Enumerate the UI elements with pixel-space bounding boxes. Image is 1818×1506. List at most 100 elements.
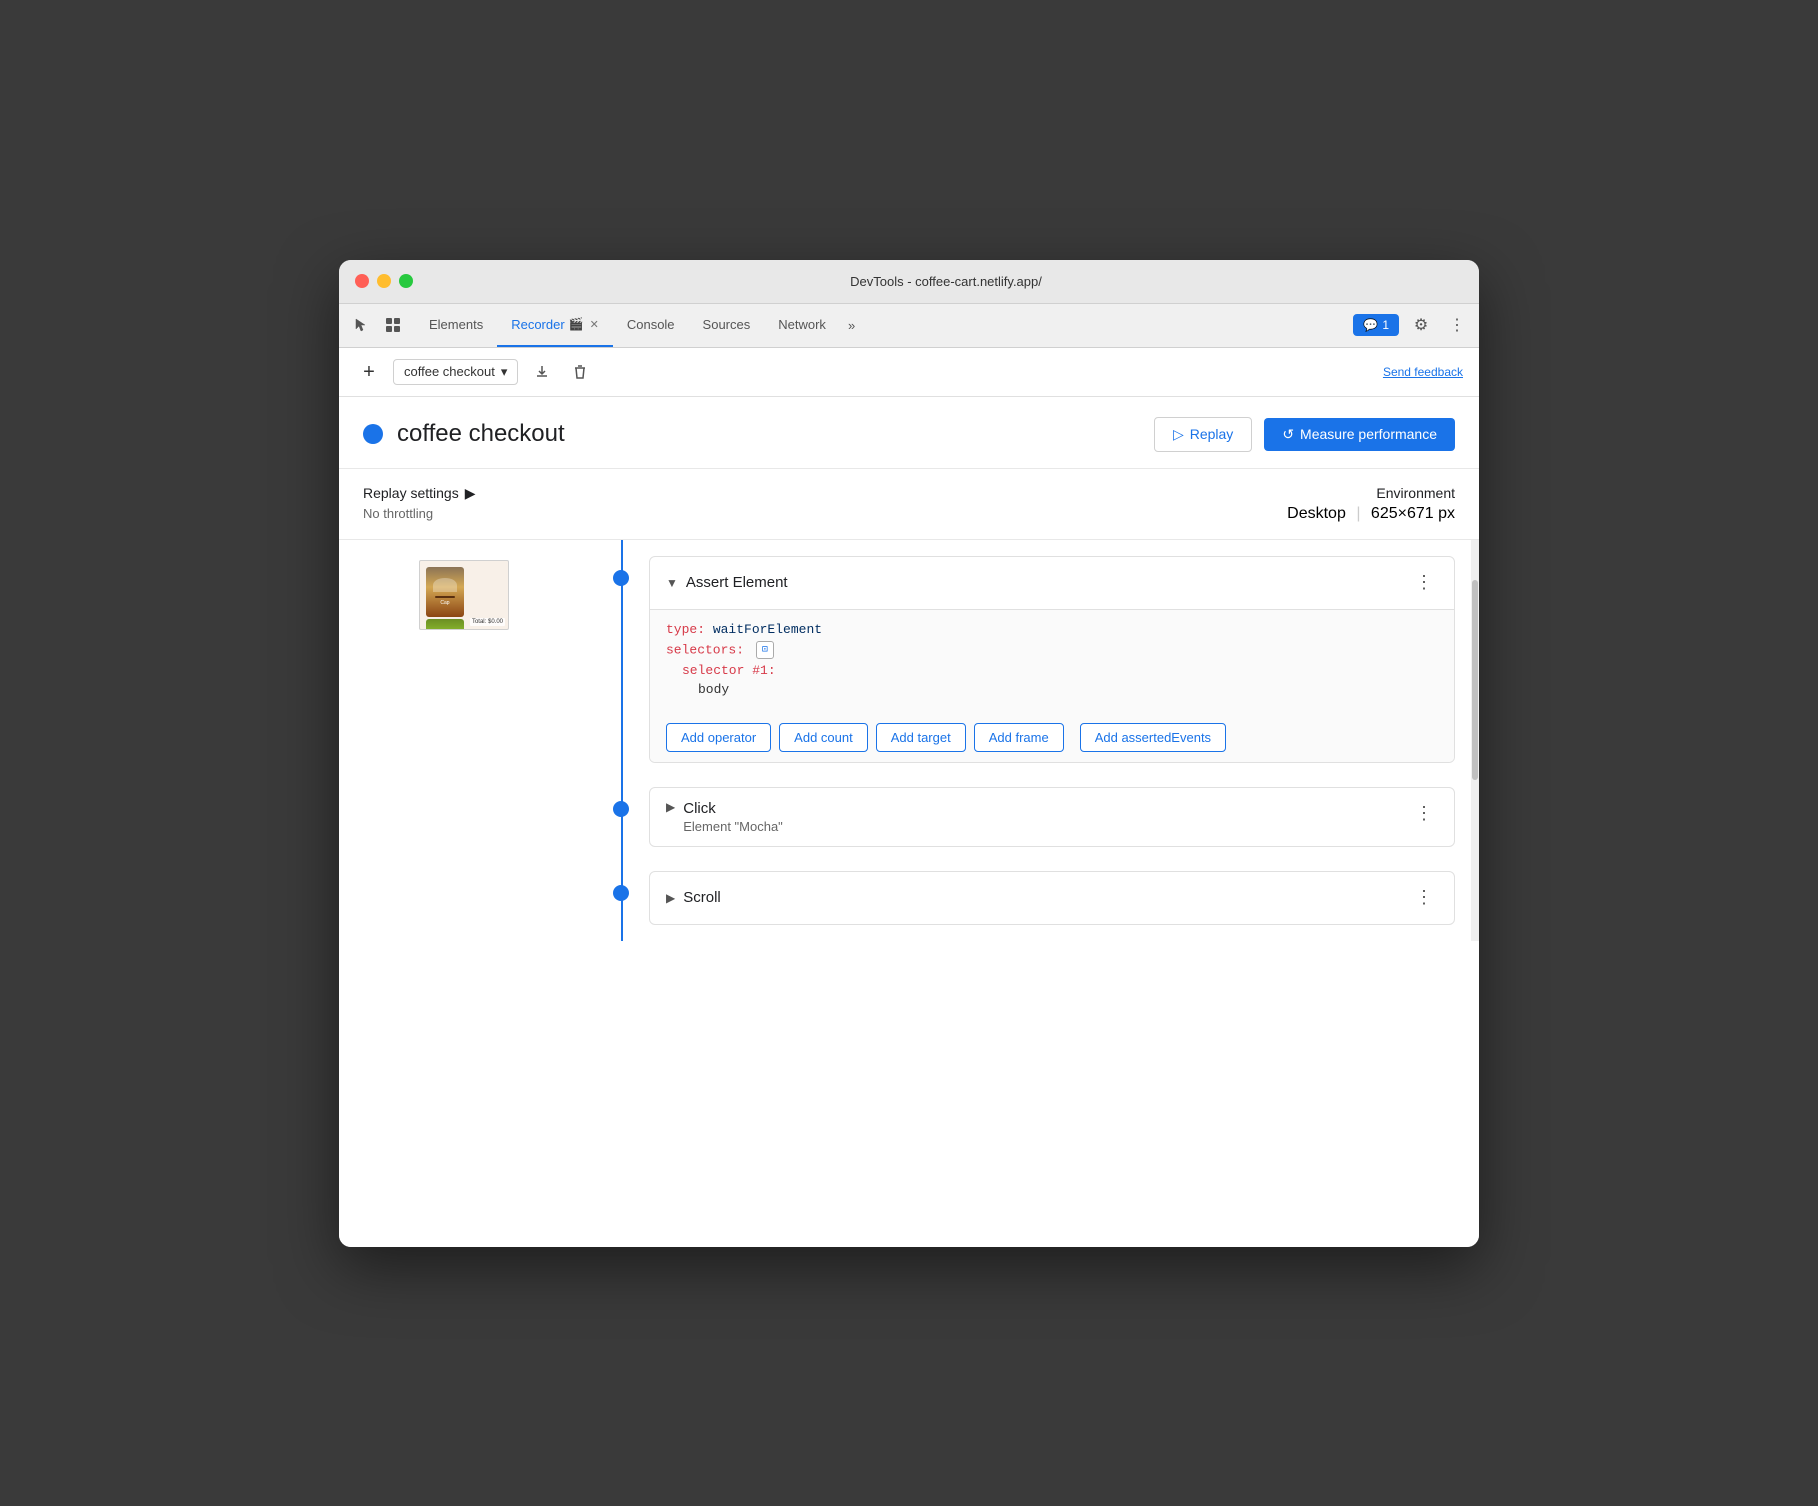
step-click: ▶ Click Element "Mocha" ⋮ bbox=[649, 787, 1455, 847]
tab-close-icon[interactable]: ✕ bbox=[590, 318, 599, 331]
step-more-button-1[interactable]: ⋮ bbox=[1410, 569, 1438, 597]
messages-button[interactable]: 💬 1 bbox=[1353, 314, 1399, 336]
add-asserted-events-button[interactable]: Add assertedEvents bbox=[1080, 723, 1226, 752]
environment-title: Environment bbox=[1287, 485, 1455, 501]
scrollbar[interactable] bbox=[1471, 540, 1479, 941]
replay-settings-toggle[interactable]: Replay settings ▶ bbox=[363, 485, 476, 502]
thumbnail-container: Cap Mocha Total: $0.00 bbox=[419, 560, 509, 630]
step-title-3: Scroll bbox=[683, 889, 1410, 906]
cursor-icon bbox=[353, 317, 369, 333]
step-card-2: ▶ Click Element "Mocha" ⋮ bbox=[649, 787, 1455, 847]
step-header-1[interactable]: ▼ Assert Element ⋮ bbox=[650, 557, 1454, 609]
step-assert-element: ▼ Assert Element ⋮ type: waitForElement bbox=[649, 556, 1455, 763]
devtools-window: DevTools - coffee-cart.netlify.app/ Elem bbox=[339, 260, 1479, 1247]
environment-section: Environment Desktop | 625×671 px bbox=[1287, 485, 1455, 523]
settings-button[interactable]: ⚙ bbox=[1407, 311, 1435, 339]
code-type-key: type: bbox=[666, 622, 705, 637]
export-icon bbox=[534, 364, 550, 380]
step-subtitle-2: Element "Mocha" bbox=[683, 819, 1410, 834]
layers-icon bbox=[385, 317, 401, 333]
step-more-button-2[interactable]: ⋮ bbox=[1410, 800, 1438, 828]
recording-title: coffee checkout bbox=[397, 420, 1154, 448]
code-selectors-line: selectors: ⊡ bbox=[666, 641, 1438, 659]
step-actions-1: Add operator Add count Add target Add fr… bbox=[650, 713, 1454, 762]
more-tabs-btn[interactable]: » bbox=[840, 318, 863, 333]
step-header-2[interactable]: ▶ Click Element "Mocha" ⋮ bbox=[650, 788, 1454, 846]
step-title-area-2: Click Element "Mocha" bbox=[683, 800, 1410, 834]
thumb-total: Total: $0.00 bbox=[470, 618, 505, 626]
environment-value: Desktop | 625×671 px bbox=[1287, 505, 1455, 523]
recorder-icon: 🎬 bbox=[569, 317, 584, 331]
code-selector1-val: body bbox=[698, 682, 1438, 697]
thumbnail-panel: Cap Mocha Total: $0.00 bbox=[339, 540, 589, 941]
recorder-toolbar: + coffee checkout ▾ Send feedback bbox=[339, 348, 1479, 397]
recording-name: coffee checkout bbox=[404, 364, 495, 379]
recording-selector[interactable]: coffee checkout ▾ bbox=[393, 359, 518, 385]
badge-count: 1 bbox=[1382, 318, 1389, 332]
collapse-icon-1[interactable]: ▼ bbox=[666, 576, 678, 590]
code-selectors-key: selectors: bbox=[666, 642, 744, 657]
settings-label: Replay settings bbox=[363, 485, 459, 501]
tab-sources[interactable]: Sources bbox=[689, 304, 765, 347]
measure-icon: ↺ bbox=[1282, 426, 1294, 443]
add-recording-button[interactable]: + bbox=[355, 358, 383, 386]
main-content: coffee checkout ▷ Replay ↺ Measure perfo… bbox=[339, 397, 1479, 1247]
delete-icon bbox=[572, 364, 588, 380]
scrollbar-thumb[interactable] bbox=[1472, 580, 1478, 780]
step-more-button-3[interactable]: ⋮ bbox=[1410, 884, 1438, 912]
add-count-button[interactable]: Add count bbox=[779, 723, 868, 752]
step-scroll: ▶ Scroll ⋮ bbox=[649, 871, 1455, 925]
step-dot-3 bbox=[613, 885, 629, 901]
minimize-button[interactable] bbox=[377, 274, 391, 288]
settings-left: Replay settings ▶ No throttling bbox=[363, 485, 476, 521]
step-header-3[interactable]: ▶ Scroll ⋮ bbox=[650, 872, 1454, 924]
export-button[interactable] bbox=[528, 358, 556, 386]
more-options-button[interactable]: ⋮ bbox=[1443, 311, 1471, 339]
env-divider: | bbox=[1356, 505, 1360, 522]
code-selector1-line: selector #1: bbox=[682, 663, 1438, 678]
recording-status-dot bbox=[363, 424, 383, 444]
cursor-icon-btn[interactable] bbox=[347, 311, 375, 339]
selector-tool-icon[interactable]: ⊡ bbox=[756, 641, 774, 659]
nav-tabs: Elements Recorder 🎬 ✕ Console Sources Ne… bbox=[415, 304, 1353, 347]
add-operator-button[interactable]: Add operator bbox=[666, 723, 771, 752]
thumbnail-1: Cap Mocha Total: $0.00 bbox=[419, 560, 509, 630]
settings-row: Replay settings ▶ No throttling Environm… bbox=[339, 469, 1479, 540]
add-frame-button[interactable]: Add frame bbox=[974, 723, 1064, 752]
step-card-3: ▶ Scroll ⋮ bbox=[649, 871, 1455, 925]
tab-network[interactable]: Network bbox=[764, 304, 840, 347]
steps-area: Cap Mocha Total: $0.00 bbox=[339, 540, 1479, 941]
step-title-1: Assert Element bbox=[686, 574, 1410, 591]
nav-icons bbox=[347, 311, 407, 339]
layers-icon-btn[interactable] bbox=[379, 311, 407, 339]
code-type-line: type: waitForElement bbox=[666, 622, 1438, 637]
tab-elements[interactable]: Elements bbox=[415, 304, 497, 347]
devtools-nav: Elements Recorder 🎬 ✕ Console Sources Ne… bbox=[339, 304, 1479, 348]
replay-button[interactable]: ▷ Replay bbox=[1154, 417, 1252, 452]
add-target-button[interactable]: Add target bbox=[876, 723, 966, 752]
measure-performance-button[interactable]: ↺ Measure performance bbox=[1264, 418, 1455, 451]
steps-panel: ▼ Assert Element ⋮ type: waitForElement bbox=[589, 540, 1479, 941]
tab-console[interactable]: Console bbox=[613, 304, 689, 347]
step-card-1: ▼ Assert Element ⋮ type: waitForElement bbox=[649, 556, 1455, 763]
chevron-right-icon: ▶ bbox=[465, 485, 476, 502]
send-feedback-button[interactable]: Send feedback bbox=[1383, 365, 1463, 379]
maximize-button[interactable] bbox=[399, 274, 413, 288]
code-type-val: waitForElement bbox=[713, 622, 822, 637]
expand-icon-2[interactable]: ▶ bbox=[666, 800, 675, 814]
timeline-line bbox=[621, 540, 623, 941]
expand-icon-3[interactable]: ▶ bbox=[666, 891, 675, 905]
window-title: DevTools - coffee-cart.netlify.app/ bbox=[429, 274, 1463, 289]
traffic-lights bbox=[355, 274, 413, 288]
step-title-2: Click bbox=[683, 800, 1410, 817]
code-selector1-key: selector #1: bbox=[682, 663, 776, 678]
close-button[interactable] bbox=[355, 274, 369, 288]
step-body-1: type: waitForElement selectors: ⊡ select… bbox=[650, 609, 1454, 713]
env-size: 625×671 px bbox=[1371, 505, 1455, 522]
message-icon: 💬 bbox=[1363, 318, 1378, 332]
titlebar: DevTools - coffee-cart.netlify.app/ bbox=[339, 260, 1479, 304]
delete-button[interactable] bbox=[566, 358, 594, 386]
tab-recorder[interactable]: Recorder 🎬 ✕ bbox=[497, 304, 613, 347]
play-icon: ▷ bbox=[1173, 426, 1184, 443]
thumb-content-1: Cap Mocha Total: $0.00 bbox=[420, 561, 508, 629]
